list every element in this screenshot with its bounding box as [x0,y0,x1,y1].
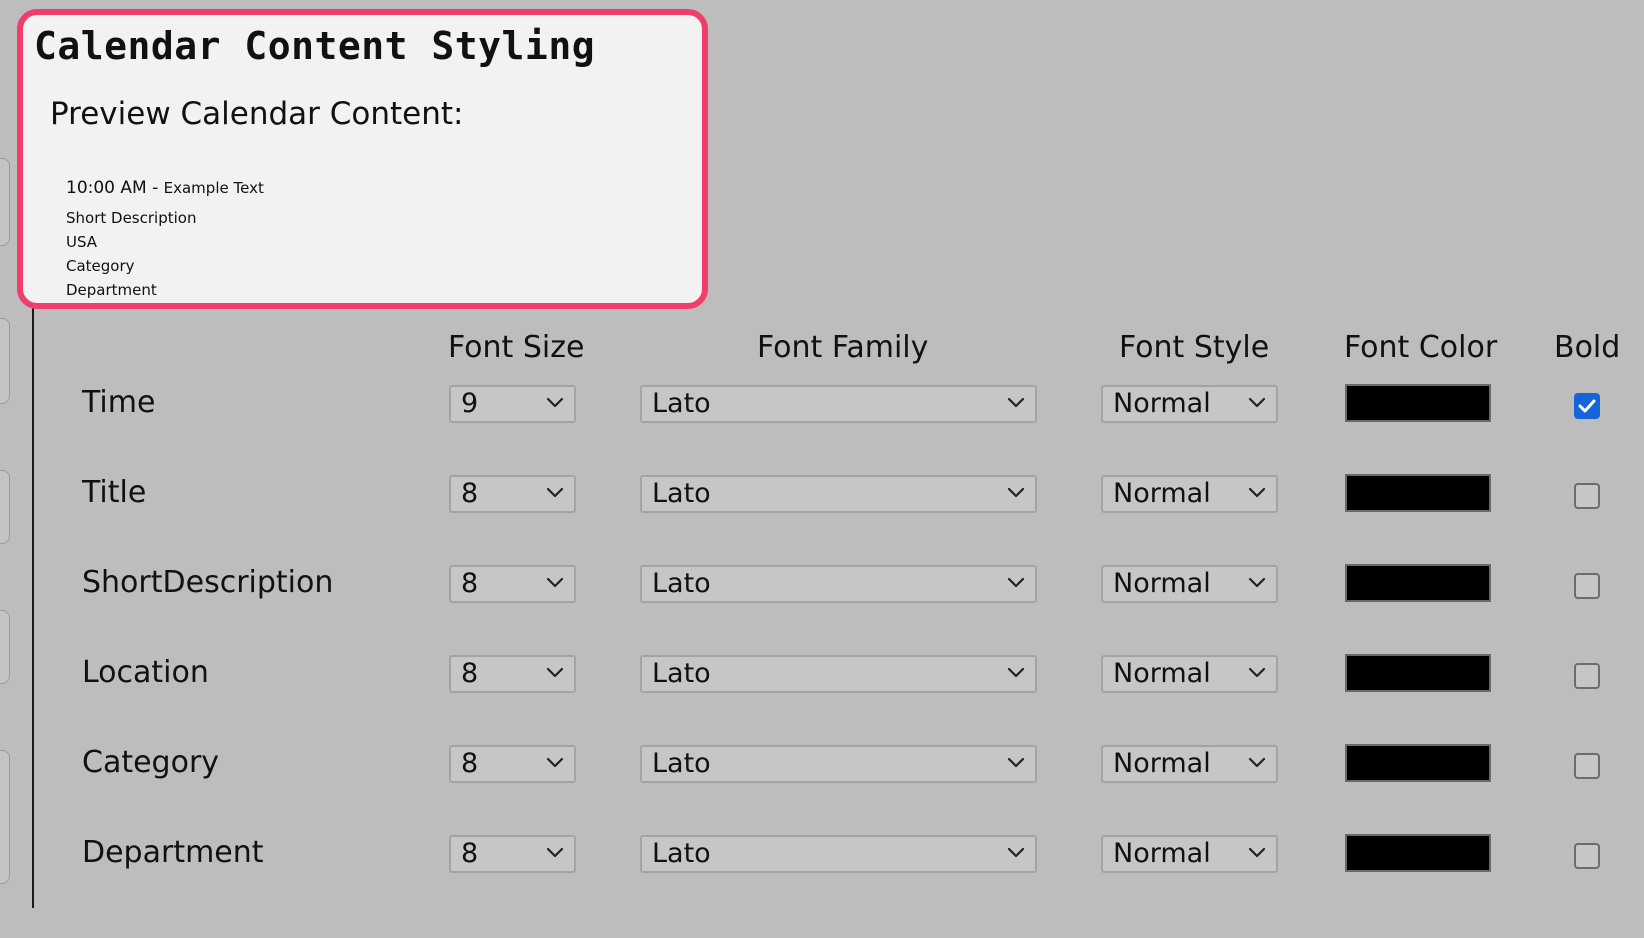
chevron-down-icon [1007,577,1025,588]
chevron-down-icon [1007,487,1025,498]
font-style-select[interactable]: Normal [1101,745,1278,783]
font-size-select[interactable]: 8 [449,655,576,693]
font-style-select-value: Normal [1113,568,1211,599]
chevron-down-icon [546,757,564,768]
font-style-select[interactable]: Normal [1101,655,1278,693]
font-style-select-value: Normal [1113,658,1211,689]
edge-card [0,158,10,246]
chevron-down-icon [546,577,564,588]
font-family-select-value: Lato [652,658,711,689]
font-family-select[interactable]: Lato [640,475,1037,513]
font-style-select[interactable]: Normal [1101,475,1278,513]
font-color-swatch[interactable] [1345,834,1491,872]
chevron-down-icon [1248,847,1266,858]
calendar-preview: 10:00 AM - Example Text Short Descriptio… [66,176,264,302]
column-header-font-color: Font Color [1344,330,1498,365]
font-style-select-value: Normal [1113,748,1211,779]
font-color-swatch[interactable] [1345,744,1491,782]
preview-department: Department [66,281,157,299]
chevron-down-icon [1248,487,1266,498]
font-family-select[interactable]: Lato [640,655,1037,693]
font-style-select[interactable]: Normal [1101,565,1278,603]
font-size-select[interactable]: 8 [449,835,576,873]
chevron-down-icon [1007,847,1025,858]
page-title: Calendar Content Styling [34,24,596,68]
font-family-select-value: Lato [652,568,711,599]
chevron-down-icon [546,847,564,858]
column-header-font-family: Font Family [757,330,929,365]
preview-time: 10:00 AM - [66,178,164,198]
font-size-select-value: 8 [461,568,479,599]
font-size-select-value: 8 [461,748,479,779]
bold-checkbox[interactable] [1574,843,1600,869]
edge-card [0,750,10,884]
chevron-down-icon [1248,757,1266,768]
chevron-down-icon [1248,667,1266,678]
font-size-select-value: 9 [461,388,479,419]
preview-time-line: 10:00 AM - Example Text [66,176,264,200]
font-style-select-value: Normal [1113,388,1211,419]
column-header-bold: Bold [1554,330,1621,365]
chevron-down-icon [546,397,564,408]
font-style-select-value: Normal [1113,838,1211,869]
font-family-select-value: Lato [652,838,711,869]
font-size-select[interactable]: 8 [449,475,576,513]
column-header-font-style: Font Style [1119,330,1270,365]
font-size-select-value: 8 [461,478,479,509]
chevron-down-icon [546,667,564,678]
font-style-select[interactable]: Normal [1101,385,1278,423]
checkmark-icon [1578,399,1596,413]
row-label: Title [82,475,147,510]
edge-card [0,610,10,684]
preview-short-description: Short Description [66,209,197,227]
preview-location: USA [66,233,98,251]
bold-checkbox[interactable] [1574,483,1600,509]
font-color-swatch[interactable] [1345,474,1491,512]
bold-checkbox[interactable] [1574,753,1600,779]
font-family-select-value: Lato [652,748,711,779]
font-color-swatch[interactable] [1345,654,1491,692]
row-label: Category [82,745,220,780]
chevron-down-icon [1248,577,1266,588]
font-family-select[interactable]: Lato [640,565,1037,603]
font-style-select[interactable]: Normal [1101,835,1278,873]
font-color-swatch[interactable] [1345,384,1491,422]
font-size-select[interactable]: 8 [449,565,576,603]
preview-category: Category [66,257,135,275]
chevron-down-icon [1248,397,1266,408]
font-style-select-value: Normal [1113,478,1211,509]
font-family-select[interactable]: Lato [640,385,1037,423]
font-family-select-value: Lato [652,478,711,509]
chevron-down-icon [1007,397,1025,408]
chevron-down-icon [546,487,564,498]
font-family-select-value: Lato [652,388,711,419]
bold-checkbox[interactable] [1574,573,1600,599]
row-label: Location [82,655,209,690]
chevron-down-icon [1007,757,1025,768]
font-size-select-value: 8 [461,658,479,689]
row-label: Time [82,385,156,420]
column-header-font-size: Font Size [448,330,585,365]
edge-card [0,318,10,404]
row-label: Department [82,835,264,870]
font-size-select-value: 8 [461,838,479,869]
bold-checkbox[interactable] [1574,663,1600,689]
font-size-select[interactable]: 8 [449,745,576,783]
preview-title: Example Text [163,179,264,197]
preview-label: Preview Calendar Content: [50,96,464,132]
chevron-down-icon [1007,667,1025,678]
font-family-select[interactable]: Lato [640,835,1037,873]
row-label: ShortDescription [82,565,334,600]
bold-checkbox[interactable] [1574,393,1600,419]
font-family-select[interactable]: Lato [640,745,1037,783]
font-color-swatch[interactable] [1345,564,1491,602]
edge-card [0,470,10,544]
font-size-select[interactable]: 9 [449,385,576,423]
